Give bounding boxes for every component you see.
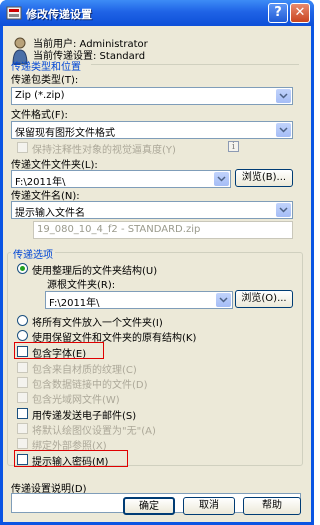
highlight-box: [14, 450, 128, 467]
source-root-label: 源根文件夹(R):: [47, 280, 116, 291]
one-folder-radio[interactable]: [17, 315, 28, 326]
include-data-links-checkbox[interactable]: [17, 377, 28, 388]
filename-preview-value: 19_080_10_4_f2 - STANDARD.zip: [37, 224, 201, 235]
chevron-down-icon[interactable]: [276, 89, 291, 103]
source-root-value: F:\2011年\: [49, 298, 100, 309]
package-type-value: Zip (*.zip): [15, 90, 65, 101]
file-format-value: 保留现有图形文件格式: [15, 128, 115, 139]
chevron-down-icon[interactable]: [276, 123, 291, 137]
close-button[interactable]: ✕: [290, 3, 310, 23]
bind-xrefs-checkbox[interactable]: [17, 438, 28, 449]
browse-folder-button[interactable]: 浏览(B)...: [235, 169, 293, 187]
folder-label: 传递文件文件夹(L):: [11, 160, 98, 171]
send-email-checkbox[interactable]: [17, 408, 28, 419]
filename-value: 提示输入文件名: [15, 208, 85, 219]
cancel-button[interactable]: 取消: [183, 497, 235, 515]
one-folder-label: 将所有文件放入一个文件夹(I): [32, 318, 163, 329]
ok-button[interactable]: 确定: [123, 497, 175, 515]
maintain-visual-fidelity-label: 保持注释性对象的视觉逼真度(Y): [32, 145, 176, 156]
include-textures-label: 包含来自材质的纹理(C): [32, 365, 137, 376]
help-button[interactable]: 帮助: [243, 497, 301, 515]
organized-structure-label: 使用整理后的文件夹结构(U): [32, 266, 158, 277]
dialog-window: 修改传递设置 ? ✕ 当前用户: Administrator 当前传递设置: S…: [0, 0, 314, 525]
dialog-client: 当前用户: Administrator 当前传递设置: Standard 传递类…: [3, 26, 311, 522]
set-plotter-none-checkbox[interactable]: [17, 423, 28, 434]
folder-value: F:\2011年\: [15, 177, 66, 188]
folder-combo[interactable]: F:\2011年\: [11, 170, 231, 188]
browse-source-button[interactable]: 浏览(O)...: [235, 290, 293, 308]
keep-structure-radio[interactable]: [17, 330, 28, 341]
chevron-down-icon[interactable]: [216, 293, 231, 307]
include-textures-checkbox[interactable]: [17, 362, 28, 373]
help-title-button[interactable]: ?: [268, 3, 288, 23]
file-format-combo[interactable]: 保留现有图形文件格式: [11, 121, 293, 139]
include-photometric-checkbox[interactable]: [17, 392, 28, 403]
filename-label: 传递文件名(N):: [11, 191, 80, 202]
organized-structure-radio[interactable]: [17, 263, 28, 274]
group-divider: [91, 64, 299, 65]
include-data-links-label: 包含数据链接中的文件(D): [32, 380, 148, 391]
app-icon: [6, 6, 22, 20]
chevron-down-icon[interactable]: [276, 203, 291, 217]
maintain-visual-fidelity-checkbox[interactable]: [17, 142, 28, 153]
options-group-title: 传递选项: [11, 246, 55, 261]
package-type-combo[interactable]: Zip (*.zip): [11, 87, 293, 105]
highlight-box: [14, 342, 104, 359]
chevron-down-icon[interactable]: [214, 172, 229, 186]
source-root-combo[interactable]: F:\2011年\: [45, 291, 233, 309]
package-type-label: 传递包类型(T):: [11, 75, 79, 86]
send-email-label: 用传递发送电子邮件(S): [32, 411, 137, 422]
include-photometric-label: 包含光域网文件(W): [32, 395, 120, 406]
info-icon[interactable]: i: [228, 141, 239, 152]
filename-combo[interactable]: 提示输入文件名: [11, 201, 293, 219]
window-title: 修改传递设置: [26, 8, 92, 21]
title-bar[interactable]: 修改传递设置 ? ✕: [0, 0, 314, 26]
file-format-label: 文件格式(F):: [11, 110, 68, 121]
set-plotter-none-label: 将默认绘图仪设置为"无"(A): [32, 426, 156, 437]
filename-preview-field: 19_080_10_4_f2 - STANDARD.zip: [33, 221, 293, 239]
